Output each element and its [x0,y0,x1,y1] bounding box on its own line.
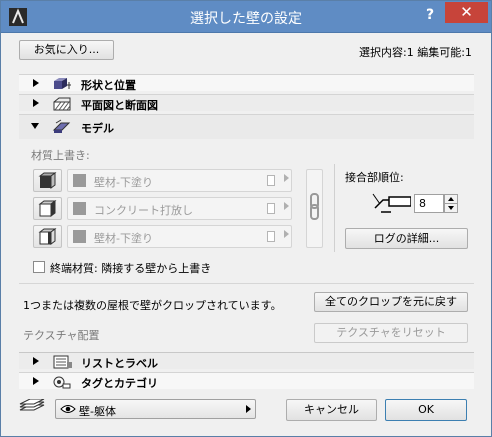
submenu-arrow-icon [284,174,289,182]
collapse-arrow-icon[interactable] [31,123,39,129]
stepper-divider [445,203,457,204]
section-shape-position[interactable]: 形状と位置 [19,74,474,92]
layer-dropdown[interactable]: 壁-躯体 [55,399,256,419]
material-override-label: 材質上書き: [31,149,90,162]
material-name: 壁材-下塗り [94,176,153,189]
model-surface-icon [52,119,71,133]
material-name: 壁材-下塗り [94,232,153,245]
close-button[interactable]: ✕ [445,2,488,23]
title-bar[interactable]: 選択した壁の設定 ? ✕ [1,1,491,33]
expand-arrow-icon[interactable] [33,377,39,385]
edge-side-icon [38,200,57,217]
submenu-arrow-icon [284,230,289,238]
help-button[interactable]: ? [418,3,442,27]
section-label: モデル [81,122,114,135]
face-side-icon [38,172,57,189]
section-label: 平面図と断面図 [81,99,158,112]
dialog-window: 選択した壁の設定 ? ✕ お気に入り... 選択内容:1 編集可能:1 形状と位… [0,0,492,437]
ok-button[interactable]: OK [385,399,467,421]
junction-priority-input[interactable]: 8 [414,194,444,213]
material-swatch [73,174,86,187]
expand-arrow-icon[interactable] [33,357,39,365]
end-material-label: 終端材質: 隣接する壁から上書き [50,262,212,275]
surface-face-button[interactable] [33,169,62,192]
stepper-down-icon[interactable] [448,206,454,210]
junction-priority-label: 接合部順位: [345,171,404,184]
wall-block-icon [54,78,71,89]
dropdown-arrow-icon [246,405,251,413]
document-icon [267,231,275,242]
material-name: コンクリート打放し [94,204,193,217]
material-swatch [73,230,86,243]
divider [334,164,335,252]
material-swatch [73,202,86,215]
link-materials-toggle[interactable] [306,169,323,248]
divider [19,283,474,284]
reset-texture-button[interactable]: テクスチャをリセット [314,323,468,343]
tag-category-icon [53,376,71,389]
submenu-arrow-icon [284,202,289,210]
section-label: タグとカテゴリ [81,377,158,390]
favorites-button[interactable]: お気に入り... [19,40,114,60]
section-label: 形状と位置 [81,79,136,92]
section-model[interactable]: モデル [19,114,474,139]
document-icon [267,203,275,214]
list-label-icon [53,355,72,369]
section-plan-section[interactable]: 平面図と断面図 [19,94,474,112]
back-side-icon [38,228,57,245]
material-picker-1[interactable]: 壁材-下塗り [67,169,292,192]
priority-stepper[interactable] [444,194,458,213]
chain-link-icon [310,193,319,220]
expand-arrow-icon[interactable] [33,79,39,87]
log-details-button[interactable]: ログの詳細... [345,228,468,249]
cancel-button[interactable]: キャンセル [286,399,377,421]
texture-placement-label: テクスチャ配置 [23,329,100,342]
document-icon [267,175,275,186]
stepper-up-icon[interactable] [448,197,454,201]
layers-icon [19,399,45,411]
surface-edge-button[interactable] [33,197,62,220]
eye-icon [60,405,76,413]
junction-priority-icon [372,193,411,213]
section-tag-category[interactable]: タグとカテゴリ [19,372,474,390]
hatch-section-icon [53,97,71,111]
material-picker-3[interactable]: 壁材-下塗り [67,225,292,248]
reset-crop-button[interactable]: 全てのクロップを元に戻す [314,292,468,312]
material-picker-2[interactable]: コンクリート打放し [67,197,292,220]
section-label: リストとラベル [81,357,158,370]
surface-back-button[interactable] [33,225,62,248]
layer-name: 壁-躯体 [79,405,116,418]
selection-info: 選択内容:1 編集可能:1 [359,46,472,59]
end-material-checkbox[interactable] [33,261,45,273]
crop-message: 1つまたは複数の屋根で壁がクロップされています。 [23,299,282,312]
expand-arrow-icon[interactable] [33,99,39,107]
section-list-labels[interactable]: リストとラベル [19,352,474,370]
